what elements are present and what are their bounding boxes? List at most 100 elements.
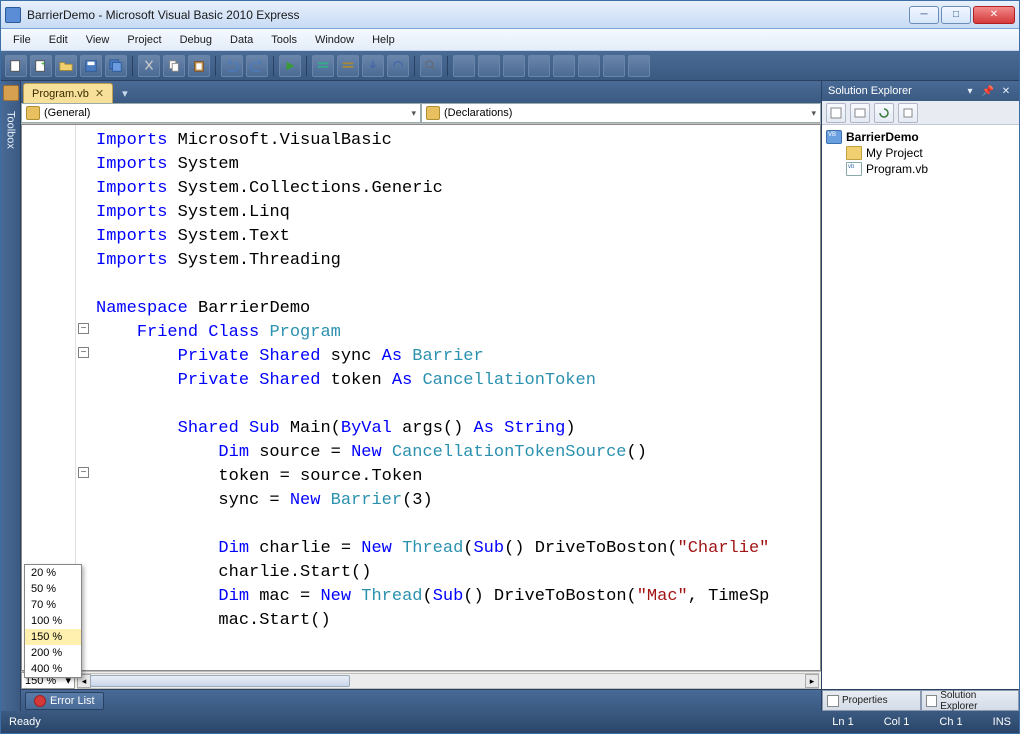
tree-project-node[interactable]: BarrierDemo [824, 129, 1017, 145]
window-controls: ─ □ ✕ [909, 6, 1015, 24]
menu-view[interactable]: View [78, 32, 118, 48]
new-project-button[interactable] [5, 55, 27, 77]
step-over-button[interactable] [387, 55, 409, 77]
status-ready: Ready [9, 716, 41, 728]
folder-icon [846, 146, 862, 160]
toolbar-button[interactable] [553, 55, 575, 77]
toolbar-button[interactable] [478, 55, 500, 77]
zoom-level-popup: 20 % 50 % 70 % 100 % 150 % 200 % 400 % [24, 564, 82, 678]
error-list-label: Error List [50, 695, 95, 707]
add-item-button[interactable]: + [30, 55, 52, 77]
code-text[interactable]: Imports Microsoft.VisualBasic Imports Sy… [22, 125, 820, 637]
document-well: Program.vb ✕ ▾ [21, 81, 821, 103]
horizontal-scrollbar[interactable]: ◂ ▸ [77, 673, 819, 689]
solution-explorer-header[interactable]: Solution Explorer ▾ 📌 ✕ [822, 81, 1019, 101]
properties-tab-label: Properties [842, 695, 888, 706]
menu-debug[interactable]: Debug [172, 32, 220, 48]
toolbox-icon[interactable] [3, 85, 19, 101]
titlebar[interactable]: BarrierDemo - Microsoft Visual Basic 201… [1, 1, 1019, 29]
close-button[interactable]: ✕ [973, 6, 1015, 24]
toolbar-button[interactable] [603, 55, 625, 77]
menu-tools[interactable]: Tools [263, 32, 305, 48]
code-nav-bar: (General) ▾ (Declarations) ▾ [21, 103, 821, 124]
zoom-option[interactable]: 70 % [25, 597, 81, 613]
zoom-option[interactable]: 400 % [25, 661, 81, 677]
panel-dropdown-icon[interactable]: ▾ [963, 84, 977, 98]
module-icon [26, 106, 40, 120]
comment-button[interactable] [312, 55, 334, 77]
maximize-button[interactable]: □ [941, 6, 971, 24]
toolbar-button[interactable] [578, 55, 600, 77]
zoom-option[interactable]: 200 % [25, 645, 81, 661]
close-panel-icon[interactable]: ✕ [999, 84, 1013, 98]
paste-button[interactable] [188, 55, 210, 77]
tab-overflow-button[interactable]: ▾ [118, 85, 132, 102]
outline-collapse-toggle[interactable]: − [78, 323, 89, 334]
code-editor[interactable]: − − − Imports Microsoft.VisualBasic Impo… [21, 124, 821, 671]
status-char: Ch 1 [939, 716, 962, 728]
right-panel-tabs: Properties Solution Explorer [822, 689, 1019, 711]
cut-button[interactable] [138, 55, 160, 77]
open-button[interactable] [55, 55, 77, 77]
menu-window[interactable]: Window [307, 32, 362, 48]
app-window: BarrierDemo - Microsoft Visual Basic 201… [0, 0, 1020, 734]
chevron-down-icon: ▾ [411, 108, 416, 119]
menu-help[interactable]: Help [364, 32, 403, 48]
toolbar: + [1, 51, 1019, 81]
project-icon [826, 130, 842, 144]
svg-text:+: + [41, 61, 45, 68]
start-debug-button[interactable] [279, 55, 301, 77]
toolbar-separator [447, 56, 448, 76]
outline-collapse-toggle[interactable]: − [78, 467, 89, 478]
editor-pane: Program.vb ✕ ▾ (General) ▾ (Declarations… [21, 81, 821, 711]
menu-project[interactable]: Project [119, 32, 169, 48]
toolbox-panel-collapsed[interactable]: Toolbox [1, 81, 21, 711]
menu-file[interactable]: File [5, 32, 39, 48]
zoom-option-selected[interactable]: 150 % [25, 629, 81, 645]
copy-button[interactable] [163, 55, 185, 77]
outline-collapse-toggle[interactable]: − [78, 347, 89, 358]
show-all-files-button[interactable] [850, 103, 870, 123]
declarations-icon [426, 106, 440, 120]
toolbar-button[interactable] [453, 55, 475, 77]
find-button[interactable] [420, 55, 442, 77]
toolbar-button[interactable] [528, 55, 550, 77]
document-tab-program[interactable]: Program.vb ✕ [23, 83, 113, 103]
zoom-option[interactable]: 20 % [25, 565, 81, 581]
save-button[interactable] [80, 55, 102, 77]
properties-button[interactable] [826, 103, 846, 123]
toolbar-separator [273, 56, 274, 76]
toolbar-button[interactable] [628, 55, 650, 77]
chevron-down-icon: ▾ [811, 108, 816, 119]
member-dropdown[interactable]: (Declarations) ▾ [421, 103, 821, 123]
step-into-button[interactable] [362, 55, 384, 77]
scope-dropdown-label: (General) [44, 107, 90, 119]
zoom-option[interactable]: 50 % [25, 581, 81, 597]
scroll-thumb[interactable] [90, 675, 350, 687]
properties-tab[interactable]: Properties [822, 690, 921, 711]
minimize-button[interactable]: ─ [909, 6, 939, 24]
error-list-tab[interactable]: Error List [25, 692, 104, 710]
bottom-tool-tabs: Error List [21, 689, 821, 711]
scroll-right-button[interactable]: ▸ [805, 674, 819, 688]
solution-explorer-panel: Solution Explorer ▾ 📌 ✕ BarrierDemo [821, 81, 1019, 711]
pin-icon[interactable]: 📌 [981, 84, 995, 98]
close-tab-icon[interactable]: ✕ [95, 87, 104, 100]
tree-item-my-project[interactable]: My Project [824, 145, 1017, 161]
menu-edit[interactable]: Edit [41, 32, 76, 48]
uncomment-button[interactable] [337, 55, 359, 77]
app-icon [5, 7, 21, 23]
redo-button[interactable] [246, 55, 268, 77]
save-all-button[interactable] [105, 55, 127, 77]
tree-item-program-vb[interactable]: Program.vb [824, 161, 1017, 177]
status-col: Col 1 [884, 716, 910, 728]
view-code-button[interactable] [898, 103, 918, 123]
zoom-option[interactable]: 100 % [25, 613, 81, 629]
solution-explorer-tab[interactable]: Solution Explorer [921, 690, 1020, 711]
scope-dropdown[interactable]: (General) ▾ [21, 103, 421, 123]
solution-tree[interactable]: BarrierDemo My Project Program.vb [822, 125, 1019, 689]
toolbar-button[interactable] [503, 55, 525, 77]
undo-button[interactable] [221, 55, 243, 77]
menu-data[interactable]: Data [222, 32, 261, 48]
refresh-button[interactable] [874, 103, 894, 123]
